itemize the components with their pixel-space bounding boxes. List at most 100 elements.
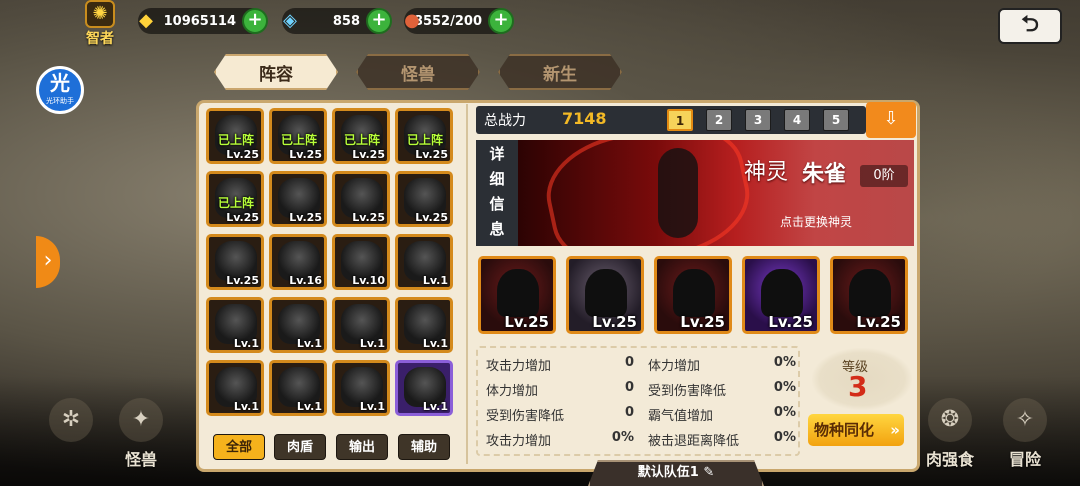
- filter-all[interactable]: 全部: [213, 434, 265, 460]
- meat-icon: ●: [404, 9, 420, 31]
- fangs-icon: ❂: [928, 398, 972, 442]
- deity-type: 神灵: [744, 160, 789, 185]
- monster-level: Lv.25: [226, 148, 259, 161]
- monster-portrait: [585, 269, 627, 317]
- tab-monsters[interactable]: 怪兽: [356, 54, 480, 90]
- roster-slot[interactable]: Lv.1: [269, 360, 327, 416]
- deployed-label: 已上阵: [217, 196, 254, 210]
- roster-slot[interactable]: Lv.1: [332, 297, 390, 353]
- nav-item-survival[interactable]: ❂ 肉强食: [920, 398, 980, 470]
- add-diamond-button[interactable]: +: [366, 8, 392, 34]
- roster-slot[interactable]: Lv.16: [269, 234, 327, 290]
- lineup-slot-4[interactable]: Lv.25: [742, 256, 820, 334]
- monster-portrait: [673, 269, 715, 317]
- back-button[interactable]: ⮌: [998, 8, 1062, 44]
- panel-divider: [466, 104, 468, 464]
- team-slot-4[interactable]: 4: [784, 109, 810, 131]
- gold-counter: ◆ 10965114 +: [138, 8, 268, 34]
- swap-button[interactable]: ⇩: [866, 102, 916, 138]
- stat-value: 0: [624, 380, 634, 395]
- roster-slot[interactable]: Lv.25: [332, 171, 390, 227]
- monster-level: Lv.10: [352, 274, 385, 287]
- stat-value: 0%: [773, 355, 796, 370]
- roster-slot[interactable]: Lv.25: [395, 171, 453, 227]
- monster-portrait: [849, 269, 891, 317]
- team-name-tab[interactable]: 默认队伍1 ✎: [588, 460, 764, 486]
- stat-value: 0%: [773, 430, 796, 445]
- deployed-label: 已上阵: [343, 133, 380, 147]
- lineup-slot-5[interactable]: Lv.25: [830, 256, 908, 334]
- roster-slot[interactable]: Lv.1: [332, 360, 390, 416]
- stat-value: 0%: [773, 405, 796, 420]
- level-value: 3: [848, 370, 868, 403]
- deity-banner[interactable]: [518, 140, 914, 246]
- deity-name: 朱雀: [802, 162, 847, 187]
- stat-value: 0%: [611, 430, 634, 445]
- add-gold-button[interactable]: +: [242, 8, 268, 34]
- monster-portrait: [761, 269, 803, 317]
- roster-slot[interactable]: Lv.25: [206, 234, 264, 290]
- deity-stage: 0阶: [860, 165, 908, 187]
- tab-lineup[interactable]: 阵容: [214, 54, 338, 90]
- stamina-counter: ● 8552/200 +: [404, 8, 514, 34]
- stat-label: 受到伤害降低: [648, 384, 727, 399]
- back-arrow-icon: ⮌: [1021, 12, 1039, 37]
- roster-slot[interactable]: Lv.25: [269, 171, 327, 227]
- monster-level: Lv.1: [422, 274, 448, 287]
- roster-slot[interactable]: 已上阵 Lv.25: [395, 108, 453, 164]
- nav-item-monsters[interactable]: ✦ 怪兽: [116, 398, 166, 470]
- roster-slot[interactable]: Lv.1: [269, 297, 327, 353]
- assimilate-button[interactable]: 物种同化»: [808, 414, 904, 446]
- stat-label: 攻击力增加: [486, 359, 552, 374]
- roster-slot[interactable]: Lv.1: [395, 234, 453, 290]
- monster-level: Lv.1: [233, 400, 259, 413]
- roster-slot[interactable]: Lv.10: [332, 234, 390, 290]
- stat-value: 0%: [773, 380, 796, 395]
- team-slot-5[interactable]: 5: [823, 109, 849, 131]
- monster-level: Lv.16: [289, 274, 322, 287]
- monster-level: Lv.25: [415, 148, 448, 161]
- roster-slot[interactable]: 已上阵 Lv.25: [206, 171, 264, 227]
- roster-slot[interactable]: Lv.1: [395, 297, 453, 353]
- lineup-slot-1[interactable]: Lv.25: [478, 256, 556, 334]
- gear-icon: ✲: [49, 398, 93, 442]
- monster-level: Lv.25: [352, 148, 385, 161]
- roster-slot[interactable]: 已上阵 Lv.25: [269, 108, 327, 164]
- team-slot-1[interactable]: 1: [667, 109, 693, 131]
- nav-item-adventure[interactable]: ✧ 冒险: [1000, 398, 1050, 470]
- change-deity-hint[interactable]: 点击更换神灵: [780, 213, 852, 230]
- stat-label: 霸气值增加: [648, 409, 714, 424]
- roster-slot[interactable]: 已上阵 Lv.25: [332, 108, 390, 164]
- roster-slot[interactable]: Lv.1: [206, 297, 264, 353]
- lineup-slot-2[interactable]: Lv.25: [566, 256, 644, 334]
- team-slot-3[interactable]: 3: [745, 109, 771, 131]
- monster-level: Lv.25: [289, 211, 322, 224]
- deployed-label: 已上阵: [280, 133, 317, 147]
- player-rank[interactable]: ✺ 智者: [80, 0, 120, 47]
- lightbulb-icon: ✺: [85, 0, 115, 28]
- assistant-badge[interactable]: 光 光环助手: [36, 66, 84, 114]
- monster-level: Lv.1: [422, 337, 448, 350]
- detail-info-tab[interactable]: 详 细 信 息: [476, 140, 518, 246]
- tab-rebirth[interactable]: 新生: [498, 54, 622, 90]
- filter-damage[interactable]: 输出: [336, 434, 388, 460]
- lineup-slot-3[interactable]: Lv.25: [654, 256, 732, 334]
- diamond-counter: ◈ 858 +: [282, 8, 392, 34]
- team-slot-2[interactable]: 2: [706, 109, 732, 131]
- filter-support[interactable]: 辅助: [398, 434, 450, 460]
- monster-icon: ✦: [119, 398, 163, 442]
- stat-label: 受到伤害降低: [486, 409, 565, 424]
- monster-level: Lv.1: [359, 400, 385, 413]
- monster-level: Lv.25: [415, 211, 448, 224]
- roster-slot[interactable]: 已上阵 Lv.25: [206, 108, 264, 164]
- stat-label: 攻击力增加: [486, 434, 552, 449]
- deity-artwork-detail: [658, 148, 698, 238]
- add-stamina-button[interactable]: +: [488, 8, 514, 34]
- roster-slot[interactable]: Lv.1: [395, 360, 453, 416]
- monster-level: Lv.1: [422, 400, 448, 413]
- monster-level: Lv.25: [226, 274, 259, 287]
- monster-level: Lv.25: [352, 211, 385, 224]
- nav-item-hidden[interactable]: ✲: [46, 398, 96, 442]
- filter-tank[interactable]: 肉盾: [274, 434, 326, 460]
- roster-slot[interactable]: Lv.1: [206, 360, 264, 416]
